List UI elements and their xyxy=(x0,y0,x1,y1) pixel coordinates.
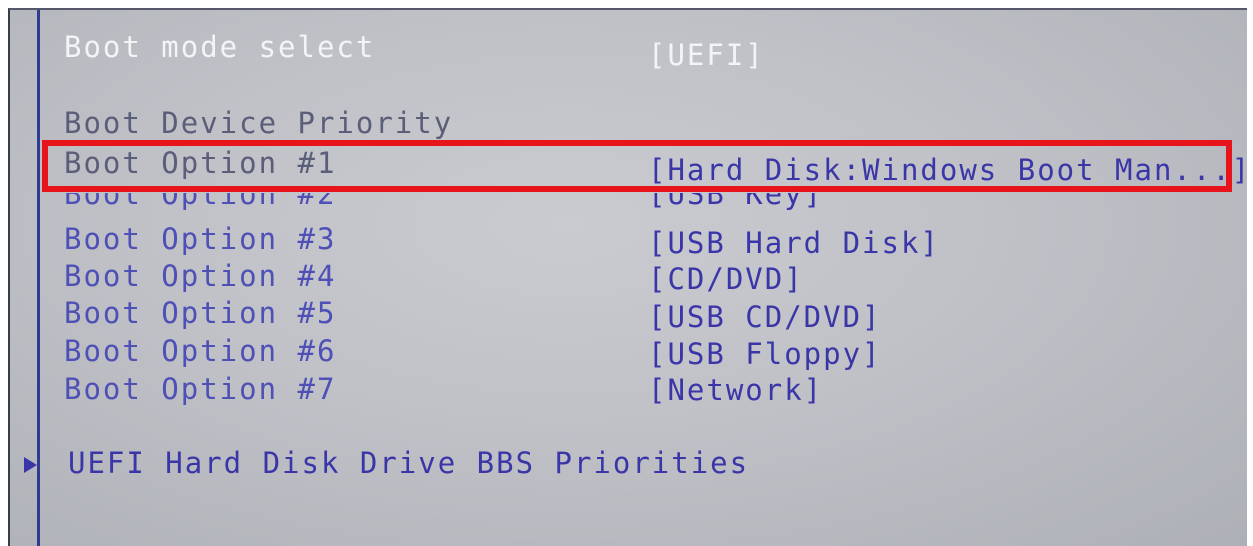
boot-option-5-label: Boot Option #5 xyxy=(64,296,337,330)
uefi-bbs-priorities-submenu[interactable]: UEFI Hard Disk Drive BBS Priorities xyxy=(68,446,749,480)
boot-option-2-value[interactable]: [USB Key] xyxy=(648,193,823,211)
boot-option-3-label: Boot Option #3 xyxy=(64,222,337,256)
boot-option-4-label: Boot Option #4 xyxy=(64,259,337,293)
triangle-right-icon xyxy=(24,457,37,473)
boot-device-priority-heading: Boot Device Priority xyxy=(64,106,454,140)
boot-option-7-label: Boot Option #7 xyxy=(64,372,337,406)
highlight-box xyxy=(42,140,1232,192)
boot-mode-label: Boot mode select xyxy=(64,30,376,64)
boot-option-7-value[interactable]: [Network] xyxy=(648,373,823,407)
boot-option-3-value[interactable]: [USB Hard Disk] xyxy=(648,226,940,260)
border-line xyxy=(37,10,40,546)
boot-option-6-label: Boot Option #6 xyxy=(64,334,337,368)
boot-option-6-value[interactable]: [USB Floppy] xyxy=(648,337,882,371)
boot-mode-value[interactable]: [UEFI] xyxy=(648,38,765,72)
bios-boot-screen: Boot mode select [UEFI] Boot Device Prio… xyxy=(8,8,1247,546)
boot-option-2-label: Boot Option #2 xyxy=(64,193,337,211)
boot-option-5-value[interactable]: [USB CD/DVD] xyxy=(648,300,882,334)
boot-option-4-value[interactable]: [CD/DVD] xyxy=(648,262,804,296)
